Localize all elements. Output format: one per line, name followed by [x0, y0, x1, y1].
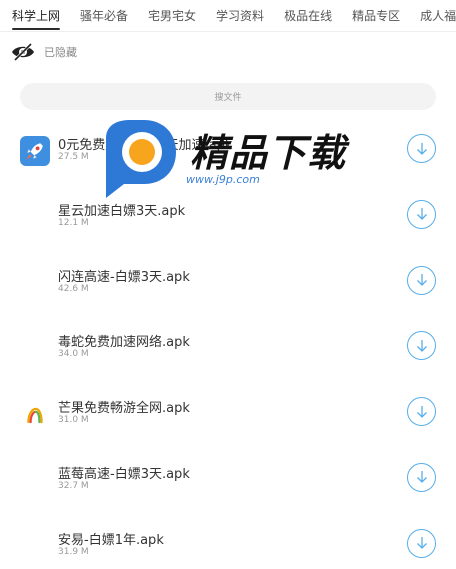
- eye-slash-icon: [10, 42, 36, 62]
- file-size: 34.0 M: [58, 349, 89, 360]
- file-name: 毒蛇免费加速网络.apk: [58, 335, 190, 351]
- list-item[interactable]: 星云加速白嫖3天.apk 12.1 M: [0, 190, 456, 256]
- file-name: 芒果免费畅游全网.apk: [58, 401, 190, 417]
- download-arrow-icon: [416, 537, 427, 550]
- file-size: 32.7 M: [58, 480, 89, 491]
- file-size: 12.1 M: [58, 217, 89, 228]
- file-name: 蓝莓高速-白嫖3天.apk: [58, 466, 190, 482]
- mango-icon: [20, 399, 50, 429]
- tab-science-net[interactable]: 科学上网: [0, 2, 70, 30]
- file-size: 31.0 M: [58, 415, 89, 426]
- hidden-label: 已隐藏: [44, 46, 77, 59]
- list-item[interactable]: 蓝莓高速-白嫖3天.apk 32.7 M: [0, 453, 456, 519]
- file-name: 星云加速白嫖3天.apk: [58, 203, 186, 219]
- file-name: 闪连高速-白嫖3天.apk: [58, 269, 190, 285]
- download-button[interactable]: [407, 134, 436, 163]
- file-name: 0元免费加速白嫖3天加速.apk: [58, 138, 233, 153]
- tab-otaku[interactable]: 宅男宅女: [138, 2, 206, 30]
- tab-premium-zone[interactable]: 精品专区: [342, 2, 410, 30]
- file-list: 0元免费加速白嫖3天加速.apk 27.5 M 星云加速白嫖3天.apk 12.…: [0, 124, 456, 569]
- download-button[interactable]: [407, 528, 436, 558]
- download-arrow-icon: [416, 274, 427, 287]
- list-item[interactable]: 0元免费加速白嫖3天加速.apk 27.5 M: [0, 124, 456, 190]
- category-tabs: 科学上网 骚年必备 宅男宅女 学习资料 极品在线 精品专区 成人福利: [0, 0, 456, 32]
- tab-study-materials[interactable]: 学习资料: [206, 2, 274, 30]
- tab-youth-essentials[interactable]: 骚年必备: [70, 2, 138, 30]
- download-arrow-icon: [416, 208, 427, 221]
- file-size: 42.6 M: [58, 283, 89, 294]
- list-item[interactable]: 闪连高速-白嫖3天.apk 42.6 M: [0, 256, 456, 322]
- download-arrow-icon: [416, 405, 427, 418]
- search-input[interactable]: 搜文件: [20, 83, 436, 110]
- tab-premium-online[interactable]: 极品在线: [274, 2, 342, 30]
- file-name: 安易-白嫖1年.apk: [58, 532, 164, 548]
- list-item[interactable]: 芒果免费畅游全网.apk 31.0 M: [0, 387, 456, 453]
- download-arrow-icon: [416, 339, 427, 352]
- download-button[interactable]: [407, 265, 436, 295]
- download-arrow-icon: [416, 471, 427, 484]
- hidden-toggle[interactable]: 已隐藏: [10, 42, 77, 62]
- download-button[interactable]: [407, 331, 436, 361]
- file-size: 31.9 M: [58, 546, 89, 557]
- file-size: 27.5 M: [58, 152, 89, 162]
- download-button[interactable]: [407, 397, 436, 427]
- download-button[interactable]: [407, 462, 436, 492]
- tab-adult-welfare[interactable]: 成人福利: [410, 2, 456, 30]
- list-item[interactable]: 安易-白嫖1年.apk 31.9 M: [0, 519, 456, 569]
- download-button[interactable]: [407, 199, 436, 229]
- download-arrow-icon: [416, 142, 427, 155]
- search-placeholder: 搜文件: [214, 93, 242, 103]
- rocket-icon: [20, 136, 50, 166]
- list-item[interactable]: 毒蛇免费加速网络.apk 34.0 M: [0, 321, 456, 387]
